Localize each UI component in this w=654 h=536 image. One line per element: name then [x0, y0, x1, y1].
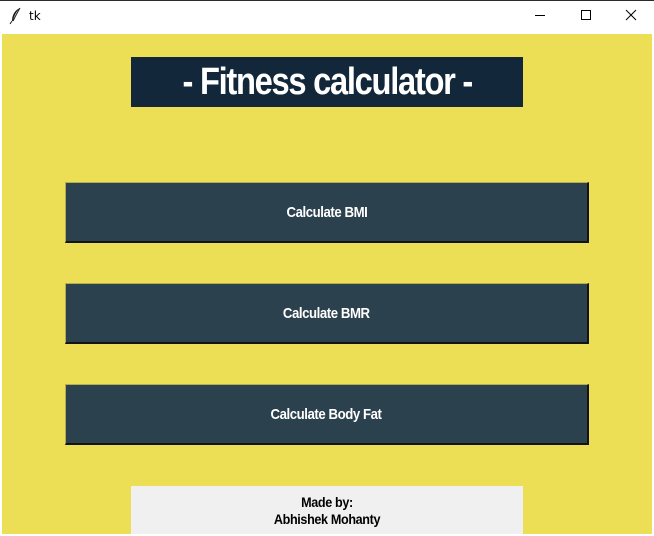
calculate-bmr-label: Calculate BMR: [283, 304, 370, 322]
maximize-button[interactable]: [563, 1, 609, 33]
maximize-icon: [580, 8, 592, 26]
credits-heading: Made by:: [301, 494, 353, 510]
app-window: tk - Fitness calculator - Calculate BMI …: [0, 0, 654, 536]
calculate-bmi-label: Calculate BMI: [286, 203, 367, 221]
close-button[interactable]: [608, 1, 654, 33]
header-banner: - Fitness calculator -: [131, 57, 523, 107]
client-area: - Fitness calculator - Calculate BMI Cal…: [2, 34, 652, 534]
feather-icon: [9, 7, 23, 25]
credits-box: Made by: Abhishek Mohanty: [131, 486, 523, 534]
minimize-button[interactable]: [517, 1, 563, 33]
close-icon: [625, 8, 637, 26]
calculate-body-fat-button[interactable]: Calculate Body Fat: [65, 384, 589, 445]
title-bar[interactable]: tk: [0, 0, 654, 33]
calculate-bmr-button[interactable]: Calculate BMR: [65, 283, 589, 344]
window-title: tk: [29, 9, 41, 23]
calculate-body-fat-label: Calculate Body Fat: [271, 405, 382, 423]
calculate-bmi-button[interactable]: Calculate BMI: [65, 182, 589, 243]
minimize-icon: [534, 8, 546, 26]
author-name: Abhishek Mohanty: [273, 511, 381, 527]
page-title: - Fitness calculator -: [182, 60, 473, 103]
